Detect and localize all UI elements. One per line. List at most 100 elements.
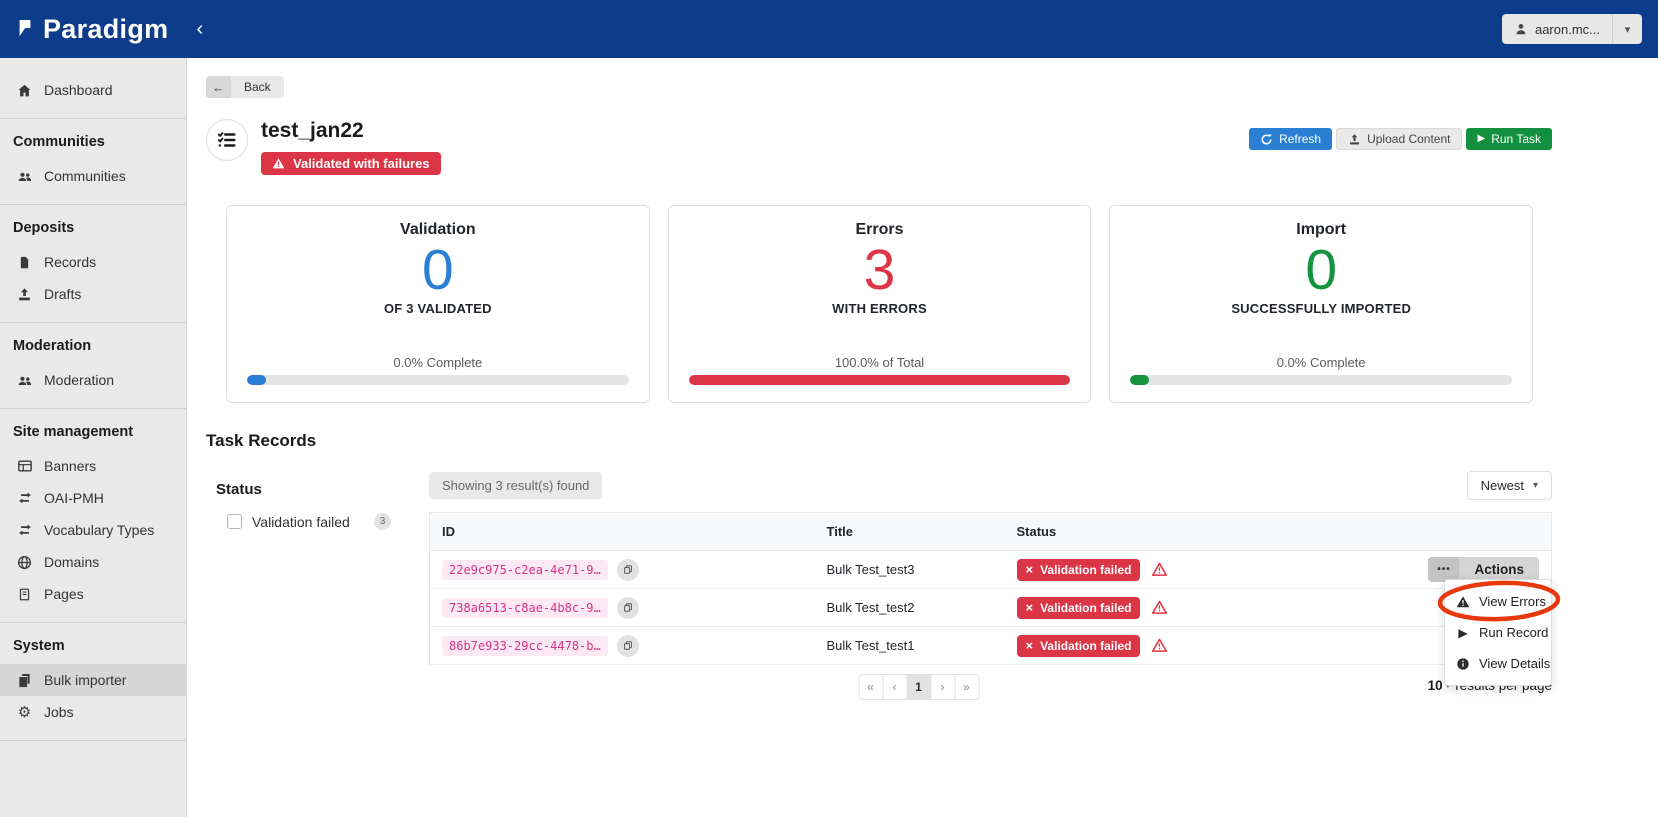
progress-label: 100.0% of Total: [834, 355, 925, 370]
sidebar-item-label: Pages: [44, 586, 84, 602]
back-arrow-icon: ←: [206, 76, 231, 98]
record-id-link[interactable]: 22e9c975-c2ea-4e71-9…: [442, 559, 608, 580]
sidebar-item-records[interactable]: Records: [0, 246, 186, 278]
record-status-badge: × Validation failed: [1016, 596, 1141, 619]
upload-icon: [16, 286, 33, 302]
filter-validation-failed[interactable]: Validation failed 3: [227, 513, 429, 530]
sidebar-item-label: OAI-PMH: [44, 490, 104, 506]
home-icon: [16, 82, 33, 98]
run-task-button[interactable]: ▶ Run Task: [1466, 128, 1552, 150]
sidebar-item-bulk-importer[interactable]: Bulk importer: [0, 664, 186, 696]
sidebar-item-domains[interactable]: Domains: [0, 546, 186, 578]
sidebar: Dashboard Communities Communities Deposi…: [0, 58, 187, 817]
user-menu-button[interactable]: aaron.mc... ▾: [1501, 14, 1642, 44]
status-label: Validation failed: [1040, 600, 1132, 615]
copy-id-button[interactable]: [616, 634, 639, 657]
sidebar-item-dashboard[interactable]: Dashboard: [0, 74, 186, 106]
x-icon: ×: [1025, 600, 1034, 615]
info-circle-icon: [1456, 657, 1470, 671]
sidebar-section-system: System: [13, 638, 65, 654]
table-header-row: ID Title Status: [429, 512, 1552, 551]
per-page-count-dropdown[interactable]: 10: [1428, 678, 1443, 693]
record-status-badge: × Validation failed: [1016, 634, 1141, 657]
import-card: Import 0 SUCCESSFULLY IMPORTED 0.0% Comp…: [1109, 205, 1534, 403]
divider: [0, 740, 186, 741]
exchange-icon: [16, 490, 33, 506]
table-row: 738a6513-c8ae-4b8c-9… Bulk Test_test2 × V…: [429, 588, 1552, 627]
menu-item-label: View Details: [1479, 656, 1551, 671]
sidebar-item-label: Communities: [44, 168, 126, 184]
card-title: Validation: [400, 221, 476, 238]
pagination-prev-button[interactable]: ‹: [882, 674, 907, 700]
record-title: Bulk Test_test1: [814, 626, 1005, 665]
play-icon: ▶: [1477, 133, 1486, 144]
user-name: aaron.mc...: [1534, 21, 1600, 37]
sidebar-item-label: Banners: [44, 458, 97, 474]
warning-triangle-icon: [272, 157, 285, 170]
table-row: 22e9c975-c2ea-4e71-9… Bulk Test_test3 × V…: [429, 550, 1552, 589]
errors-card: Errors 3 WITH ERRORS 100.0% of Total: [667, 205, 1092, 403]
validation-card: Validation 0 OF 3 VALIDATED 0.0% Complet…: [226, 205, 650, 403]
task-records-heading: Task Records: [206, 431, 317, 450]
sidebar-item-jobs[interactable]: ⚙ Jobs: [0, 696, 186, 728]
globe-icon: [16, 554, 33, 570]
card-subtitle: SUCCESSFULLY IMPORTED: [1231, 301, 1412, 317]
warning-triangle-icon: [1152, 600, 1168, 615]
brand[interactable]: Paradigm: [16, 14, 168, 45]
progress-fill: [688, 375, 1071, 385]
menu-item-label: Run Record: [1479, 625, 1549, 640]
status-label: Validation failed: [1040, 562, 1132, 577]
menu-item-run-record[interactable]: ▶ Run Record: [1445, 617, 1551, 648]
sidebar-item-banners[interactable]: Banners: [0, 450, 186, 482]
validation-failed-checkbox[interactable]: [227, 514, 242, 529]
table-row: 86b7e933-29cc-4478-b… Bulk Test_test1 × V…: [429, 626, 1552, 665]
sidebar-item-vocabulary-types[interactable]: Vocabulary Types: [0, 514, 186, 546]
pagination-last-button[interactable]: »: [954, 674, 979, 700]
back-button[interactable]: ← Back: [206, 76, 284, 98]
actions-dropdown-menu: View Errors ▶ Run Record View Details: [1437, 579, 1561, 686]
copy-id-button[interactable]: [616, 596, 639, 619]
status-label: Validation failed: [1040, 638, 1132, 653]
pagination-next-button[interactable]: ›: [930, 674, 955, 700]
errors-count: 3: [863, 238, 896, 302]
column-header-id: ID: [429, 512, 815, 551]
record-id-link[interactable]: 86b7e933-29cc-4478-b…: [442, 635, 608, 656]
users-icon: [16, 168, 33, 184]
record-id-link[interactable]: 738a6513-c8ae-4b8c-9…: [442, 597, 608, 618]
back-button-label: Back: [231, 76, 284, 98]
sort-label: Newest: [1480, 478, 1524, 493]
column-header-actions: [1416, 512, 1552, 551]
run-task-label: Run Task: [1491, 132, 1541, 146]
validation-count: 0: [421, 238, 454, 302]
refresh-button[interactable]: Refresh: [1249, 128, 1333, 150]
sidebar-item-communities[interactable]: Communities: [0, 160, 186, 192]
sidebar-item-label: Bulk importer: [44, 672, 127, 688]
upload-content-button[interactable]: Upload Content: [1336, 128, 1463, 150]
pagination-page-1-button[interactable]: 1: [906, 674, 931, 700]
sidebar-item-pages[interactable]: Pages: [0, 578, 186, 610]
copy-stack-icon: [16, 672, 33, 688]
sidebar-collapse-icon[interactable]: ‹: [196, 19, 203, 39]
sort-dropdown[interactable]: Newest ▾: [1466, 471, 1552, 500]
sidebar-item-drafts[interactable]: Drafts: [0, 278, 186, 310]
validation-progress-bar: [247, 375, 629, 385]
progress-fill: [1130, 375, 1150, 385]
errors-progress-bar: [688, 375, 1071, 385]
sidebar-item-label: Jobs: [44, 704, 74, 720]
sidebar-item-oai-pmh[interactable]: OAI-PMH: [0, 482, 186, 514]
pagination-first-button[interactable]: «: [858, 674, 883, 700]
pagination: « ‹ 1 › »: [858, 674, 979, 700]
user-caret-icon[interactable]: ▾: [1612, 14, 1642, 44]
sidebar-item-label: Moderation: [44, 372, 115, 388]
warning-triangle-icon: [1456, 595, 1470, 609]
file-icon: [16, 254, 33, 270]
upload-icon: [1348, 133, 1361, 146]
copy-id-button[interactable]: [616, 558, 639, 581]
task-records-table: ID Title Status 22e9c975-c2ea-4e71-9… Bu…: [429, 512, 1552, 665]
sidebar-item-moderation[interactable]: Moderation: [0, 364, 186, 396]
progress-label: 0.0% Complete: [393, 355, 483, 370]
page-icon: [16, 586, 33, 602]
menu-item-view-details[interactable]: View Details: [1445, 648, 1551, 679]
sidebar-section-communities: Communities: [13, 134, 105, 150]
menu-item-view-errors[interactable]: View Errors: [1437, 580, 1561, 622]
